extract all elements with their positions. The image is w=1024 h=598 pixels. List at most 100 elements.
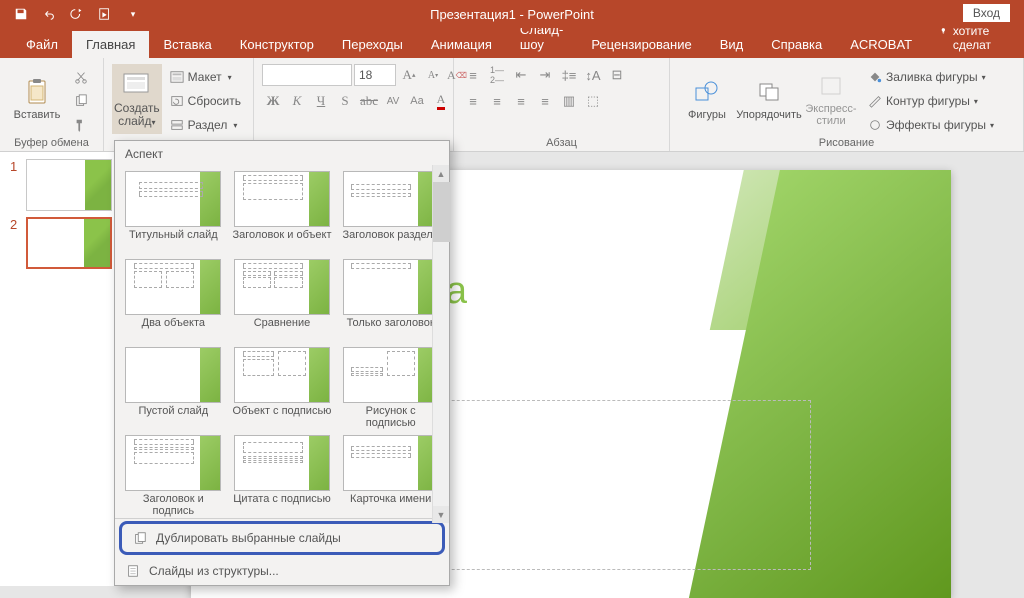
thumb-preview xyxy=(26,159,112,211)
redo-icon[interactable] xyxy=(64,2,90,26)
shape-effects-button[interactable]: Эффекты фигуры▾ xyxy=(864,114,998,136)
window-title: Презентация1 - PowerPoint xyxy=(430,7,594,22)
duplicate-label: Дублировать выбранные слайды xyxy=(156,531,341,545)
shape-outline-button[interactable]: Контур фигуры▾ xyxy=(864,90,998,112)
tab-acrobat[interactable]: ACROBAT xyxy=(836,31,926,58)
tab-конструктор[interactable]: Конструктор xyxy=(226,31,328,58)
copy-button[interactable] xyxy=(70,90,92,112)
format-painter-button[interactable] xyxy=(70,114,92,136)
slide-thumb-2[interactable]: 2 xyxy=(0,214,117,272)
numbering-button[interactable]: 1—2— xyxy=(486,64,508,86)
scroll-up-icon[interactable]: ▲ xyxy=(433,165,449,182)
tab-вид[interactable]: Вид xyxy=(706,31,758,58)
align-right-button[interactable]: ≡ xyxy=(510,90,532,112)
sign-in-button[interactable]: Вход xyxy=(963,4,1010,22)
layout-label: Цитата с подписью xyxy=(233,493,331,517)
new-slide-button[interactable]: Создать слайд▾ xyxy=(112,64,162,134)
increase-indent-button[interactable]: ⇥ xyxy=(534,64,556,86)
outline-icon xyxy=(868,94,882,108)
slide-thumb-1[interactable]: 1 xyxy=(0,156,117,214)
decrease-indent-button[interactable]: ⇤ xyxy=(510,64,532,86)
bold-button[interactable]: Ж xyxy=(262,90,284,112)
layout-option[interactable]: Сравнение xyxy=(232,259,333,341)
slide-thumbnails-panel: 12 xyxy=(0,152,118,586)
tab-вставка[interactable]: Вставка xyxy=(149,31,225,58)
bullets-button[interactable]: ≡ xyxy=(462,64,484,86)
thumb-number: 1 xyxy=(10,159,22,174)
columns-button[interactable]: ▥ xyxy=(558,90,580,112)
layout-theme-label: Аспект xyxy=(115,141,449,167)
decrease-font-button[interactable]: A▾ xyxy=(422,64,444,86)
justify-button[interactable]: ≡ xyxy=(534,90,556,112)
paste-button[interactable]: Вставить xyxy=(8,64,66,134)
char-spacing-button[interactable]: AV xyxy=(382,90,404,112)
shapes-icon xyxy=(691,77,723,107)
layout-option[interactable]: Объект с подписью xyxy=(232,347,333,429)
clipboard-group-label: Буфер обмена xyxy=(8,137,95,151)
layout-option[interactable]: Заголовок и подпись xyxy=(123,435,224,517)
layout-button[interactable]: Макет▾ xyxy=(166,66,245,88)
reset-button[interactable]: Сбросить xyxy=(166,90,245,112)
layout-label: Рисунок с подписью xyxy=(340,405,441,429)
start-from-beginning-icon[interactable] xyxy=(92,2,118,26)
align-text-button[interactable]: ⊟ xyxy=(606,64,628,86)
drawing-group-label: Рисование xyxy=(678,137,1015,151)
new-slide-layout-gallery: Аспект Титульный слайд Заголовок и объект… xyxy=(114,140,450,586)
smartart-button[interactable]: ⬚ xyxy=(582,90,604,112)
tab-переходы[interactable]: Переходы xyxy=(328,31,417,58)
tab-анимация[interactable]: Анимация xyxy=(417,31,506,58)
increase-font-button[interactable]: A▴ xyxy=(398,64,420,86)
from-outline-label: Слайды из структуры... xyxy=(149,564,279,578)
underline-button[interactable]: Ч xyxy=(310,90,332,112)
italic-button[interactable]: К xyxy=(286,90,308,112)
layout-option[interactable]: Титульный слайд xyxy=(123,171,224,253)
layout-option[interactable]: Заголовок раздела xyxy=(340,171,441,253)
tab-главная[interactable]: Главная xyxy=(72,31,149,58)
paste-label: Вставить xyxy=(14,109,61,121)
line-spacing-button[interactable]: ‡≡ xyxy=(558,64,580,86)
tab-справка[interactable]: Справка xyxy=(757,31,836,58)
scroll-thumb[interactable] xyxy=(433,182,450,242)
reset-icon xyxy=(170,94,184,108)
section-button[interactable]: Раздел▾ xyxy=(166,114,245,136)
font-size-select[interactable]: 18 xyxy=(354,64,396,86)
tab-файл[interactable]: Файл xyxy=(12,31,72,58)
text-direction-button[interactable]: ↕A xyxy=(582,64,604,86)
layout-option[interactable]: Только заголовок xyxy=(340,259,441,341)
change-case-button[interactable]: Aa xyxy=(406,90,428,112)
layout-thumb xyxy=(343,259,439,315)
shadow-button[interactable]: S xyxy=(334,90,356,112)
arrange-button[interactable]: Упорядочить xyxy=(740,64,798,134)
slides-from-outline-action[interactable]: Слайды из структуры... xyxy=(115,557,449,585)
layout-thumb xyxy=(125,259,221,315)
tab-рецензирование[interactable]: Рецензирование xyxy=(577,31,705,58)
font-family-select[interactable] xyxy=(262,64,352,86)
layout-option[interactable]: Пустой слайд xyxy=(123,347,224,429)
layout-option[interactable]: Карточка имени xyxy=(340,435,441,517)
duplicate-slides-action[interactable]: Дублировать выбранные слайды xyxy=(119,521,445,555)
shape-fill-button[interactable]: Заливка фигуры▾ xyxy=(864,66,998,88)
quick-styles-button[interactable]: Экспресс-стили xyxy=(802,64,860,134)
qat-customize-icon[interactable]: ▾ xyxy=(120,2,146,26)
align-center-button[interactable]: ≡ xyxy=(486,90,508,112)
layout-option[interactable]: Заголовок и объект xyxy=(232,171,333,253)
layout-option[interactable]: Рисунок с подписью xyxy=(340,347,441,429)
undo-icon[interactable] xyxy=(36,2,62,26)
scroll-down-icon[interactable]: ▼ xyxy=(433,506,449,523)
save-icon[interactable] xyxy=(8,2,34,26)
layout-label: Заголовок и подпись xyxy=(123,493,224,517)
shapes-button[interactable]: Фигуры xyxy=(678,64,736,134)
layout-icon xyxy=(170,70,184,84)
new-slide-label: Создать слайд▾ xyxy=(112,102,162,128)
cut-button[interactable] xyxy=(70,66,92,88)
clipboard-icon xyxy=(21,77,53,107)
strikethrough-button[interactable]: abc xyxy=(358,90,380,112)
layout-label: Сравнение xyxy=(254,317,311,341)
layout-scrollbar[interactable]: ▲ ▼ xyxy=(432,165,449,523)
layout-option[interactable]: Цитата с подписью xyxy=(232,435,333,517)
font-color-button[interactable]: A xyxy=(430,90,452,112)
layout-label: Заголовок и объект xyxy=(232,229,331,253)
layout-label: Только заголовок xyxy=(347,317,435,341)
layout-option[interactable]: Два объекта xyxy=(123,259,224,341)
align-left-button[interactable]: ≡ xyxy=(462,90,484,112)
